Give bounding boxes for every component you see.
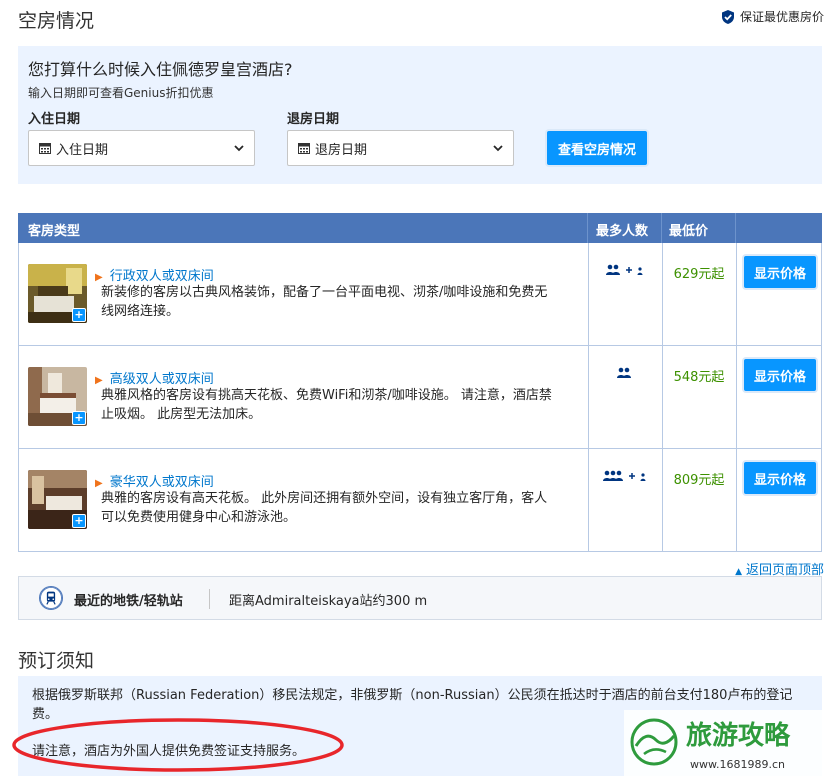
room-name-label: 高级双人或双床间	[109, 372, 214, 387]
checkin-value: 入住日期	[56, 142, 109, 158]
transit-label: 最近的地铁/轻轨站	[74, 594, 183, 609]
two-adults-icon	[617, 367, 631, 378]
col-max-occupancy: 最多人数	[596, 224, 649, 239]
table-row: + ▶ 高级双人或双床间 典雅风格的客房设有挑高天花板、免费WiFi和沏茶/咖啡设…	[19, 346, 821, 449]
checkout-label: 退房日期	[287, 112, 340, 127]
room-photo[interactable]: +	[28, 264, 87, 323]
three-adults-plus-child-icon	[603, 470, 646, 481]
transit-distance: 距离Admiralteiskaya站约300 m	[229, 594, 428, 609]
lowest-price: 809元起	[673, 473, 725, 488]
room-description: 典雅风格的客房设有挑高天花板、免费WiFi和沏茶/咖啡设施。 请注意，酒店禁 止吸…	[101, 388, 552, 422]
room-name-link[interactable]: ▶ 行政双人或双床间	[95, 265, 214, 284]
table-row: + ▶ 行政双人或双床间 新装修的客房以古典风格装饰，配备了一台平面电视、沏茶/咖…	[19, 243, 821, 346]
price-guarantee-label: 保证最优惠房价	[739, 10, 824, 24]
nearest-transit-bar: 最近的地铁/轻轨站 距离Admiralteiskaya站约300 m	[18, 576, 822, 620]
watermark-logo: 旅游攻略 www.1681989.cn	[624, 710, 836, 776]
triangle-right-icon: ▶	[95, 478, 103, 489]
search-question: 您打算什么时候入住佩德罗皇宫酒店?	[28, 60, 293, 79]
annotation-ellipse	[12, 718, 344, 772]
two-adults-plus-child-icon	[606, 264, 643, 275]
lowest-price: 629元起	[673, 267, 725, 282]
room-description: 新装修的客房以古典风格装饰，配备了一台平面电视、沏茶/咖啡设施和免费无 线网络连接…	[101, 285, 548, 319]
availability-search-panel: 您打算什么时候入住佩德罗皇宫酒店? 输入日期即可查看Genius折扣优惠 入住日…	[18, 46, 822, 184]
chevron-down-icon	[234, 145, 244, 152]
table-row: + ▶ 豪华双人或双床间 典雅的客房设有高天花板。 此外房间还拥有额外空间，设有独…	[19, 449, 821, 551]
room-name-link[interactable]: ▶ 豪华双人或双床间	[95, 471, 214, 490]
lowest-price: 548元起	[673, 370, 725, 385]
checkout-select[interactable]: 退房日期	[287, 130, 514, 166]
room-photo[interactable]: +	[28, 367, 87, 426]
occupancy-icons	[589, 469, 661, 486]
svg-text:www.1681989.cn: www.1681989.cn	[690, 758, 785, 771]
occupancy-icons	[589, 366, 661, 383]
triangle-right-icon: ▶	[95, 272, 103, 283]
chevron-down-icon	[493, 145, 503, 152]
check-availability-button[interactable]: 查看空房情况	[547, 131, 647, 165]
search-subtitle: 输入日期即可查看Genius折扣优惠	[28, 86, 214, 100]
col-lowest-price: 最低价	[669, 224, 709, 239]
calendar-icon	[298, 143, 310, 154]
train-icon	[39, 586, 63, 610]
room-name-label: 豪华双人或双床间	[109, 475, 214, 490]
room-table: + ▶ 行政双人或双床间 新装修的客房以古典风格装饰，配备了一台平面电视、沏茶/咖…	[18, 243, 822, 552]
room-description: 典雅的客房设有高天花板。 此外房间还拥有额外空间，设有独立客厅角，客人 可以免费使…	[101, 491, 548, 525]
room-name-link[interactable]: ▶ 高级双人或双床间	[95, 368, 214, 387]
show-price-button[interactable]: 显示价格	[744, 256, 816, 288]
show-price-button[interactable]: 显示价格	[744, 462, 816, 494]
col-room-type: 客房类型	[28, 224, 81, 239]
triangle-right-icon: ▶	[95, 375, 103, 386]
show-price-button[interactable]: 显示价格	[744, 359, 816, 391]
checkin-label: 入住日期	[28, 112, 81, 127]
checkout-value: 退房日期	[315, 142, 368, 158]
room-table-header: 客房类型 最多人数 最低价	[18, 213, 822, 243]
price-guarantee[interactable]: 保证最优惠房价	[720, 8, 824, 25]
calendar-icon	[39, 143, 51, 154]
room-name-label: 行政双人或双床间	[109, 269, 214, 284]
page-title: 空房情况	[18, 10, 95, 32]
shield-check-icon	[721, 9, 734, 24]
booking-notice-title: 预订须知	[18, 650, 95, 672]
svg-text:旅游攻略: 旅游攻略	[686, 720, 791, 751]
room-photo[interactable]: +	[28, 470, 87, 529]
occupancy-icons	[589, 263, 661, 280]
checkin-select[interactable]: 入住日期	[28, 130, 255, 166]
